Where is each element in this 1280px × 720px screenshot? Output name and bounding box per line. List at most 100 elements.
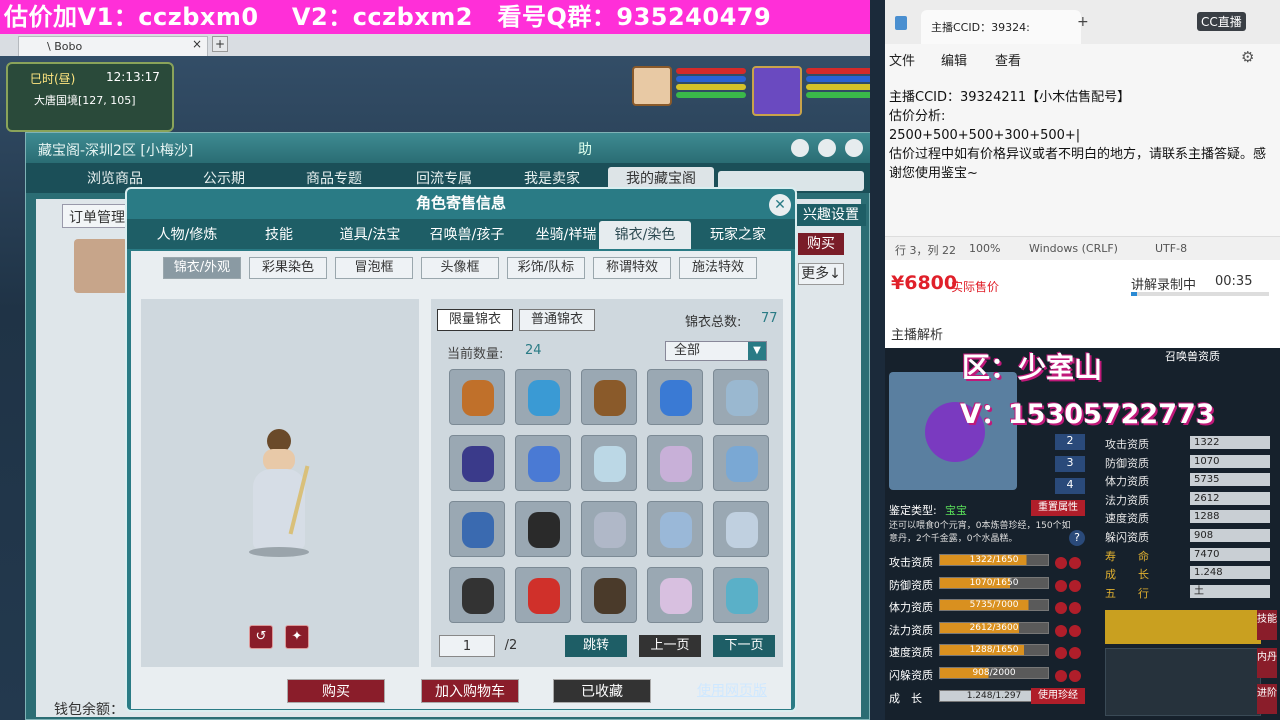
page-input[interactable]: 1 — [439, 635, 495, 657]
gear-icon[interactable]: ⚙ — [1241, 48, 1254, 66]
pet-avatar[interactable] — [752, 66, 802, 116]
pet-level-3[interactable]: 3 — [1055, 456, 1085, 472]
tab-outfits[interactable]: 锦衣/染色 — [599, 221, 691, 249]
tab-character[interactable]: 人物/修炼 — [137, 221, 237, 249]
filter-select[interactable]: 全部 ▼ — [665, 341, 767, 361]
settings-icon[interactable] — [818, 139, 836, 157]
side-buy-button[interactable]: 购买 — [798, 233, 844, 255]
notepad-tab[interactable]: 主播CCID：39324: — [921, 10, 1081, 44]
more-button[interactable]: 更多↓ — [798, 263, 844, 285]
adjust-buttons[interactable] — [1055, 622, 1083, 637]
outfit-item[interactable] — [581, 501, 637, 557]
stat-value: 1.248 — [1190, 566, 1270, 580]
outfit-item[interactable] — [515, 369, 571, 425]
outfit-item[interactable] — [449, 369, 505, 425]
side-tab-neidan[interactable]: 内丹 — [1257, 648, 1277, 678]
dialog-close-icon[interactable]: ✕ — [769, 194, 791, 216]
subtab-decor[interactable]: 彩饰/队标 — [507, 257, 585, 279]
tab-close-icon[interactable]: × — [192, 37, 202, 51]
price-panel: ¥6800 实际售价 讲解录制中 00:35 主播解析 — [885, 260, 1280, 348]
outfit-item[interactable] — [515, 567, 571, 623]
outfit-item[interactable] — [713, 501, 769, 557]
help-icon[interactable]: 助 — [578, 139, 592, 159]
adjust-buttons[interactable] — [1055, 644, 1083, 660]
new-tab-icon[interactable]: + — [1077, 14, 1089, 30]
normal-outfit-button[interactable]: 普通锦衣 — [519, 309, 595, 331]
adjust-buttons[interactable] — [1055, 599, 1083, 615]
outfit-item[interactable] — [647, 369, 703, 425]
outfit-item[interactable] — [449, 501, 505, 557]
browser-tab[interactable]: \ Bobo — [18, 36, 208, 56]
pet-level-4[interactable]: 4 — [1055, 478, 1085, 494]
limited-outfit-button[interactable]: 限量锦衣 — [437, 309, 513, 331]
outfit-item[interactable] — [515, 501, 571, 557]
outfit-item[interactable] — [581, 435, 637, 491]
side-tab-skill[interactable]: 技能 — [1257, 610, 1277, 640]
next-page-button[interactable]: 下一页 — [713, 635, 775, 657]
quality-bar: 1322/1650 — [939, 554, 1049, 566]
web-version-link[interactable]: 使用网页版 — [687, 679, 777, 703]
reset-attr-button[interactable]: 重置属性 — [1031, 500, 1085, 516]
use-book-button[interactable]: 使用珍经 — [1031, 688, 1085, 704]
outfit-item[interactable] — [647, 501, 703, 557]
outfit-item[interactable] — [581, 567, 637, 623]
outfit-item[interactable] — [449, 435, 505, 491]
stat-label: 法力资质 — [1105, 493, 1149, 507]
menu-file[interactable]: 文件 — [889, 50, 915, 69]
outfit-item[interactable] — [449, 567, 505, 623]
player-avatar[interactable] — [632, 66, 672, 106]
help-icon[interactable]: ? — [1069, 530, 1085, 546]
tab-pets[interactable]: 召唤兽/孩子 — [417, 221, 517, 249]
add-cart-button[interactable]: 加入购物车 — [421, 679, 519, 703]
dialog-title: 角色寄售信息 — [415, 194, 506, 212]
outfit-item[interactable] — [647, 435, 703, 491]
tab-mounts[interactable]: 坐骑/祥瑞 — [521, 221, 611, 249]
character-preview: ↺ ✦ — [141, 299, 419, 667]
outfit-item[interactable] — [515, 435, 571, 491]
interest-settings-button[interactable]: 兴趣设置 — [796, 204, 866, 226]
subtab-outfit[interactable]: 锦衣/外观 — [163, 257, 241, 279]
outfit-item[interactable] — [713, 369, 769, 425]
new-tab-button[interactable]: + — [212, 36, 228, 52]
subtab-cast-effect[interactable]: 施法特效 — [679, 257, 757, 279]
subtab-title-effect[interactable]: 称谓特效 — [593, 257, 671, 279]
prev-page-button[interactable]: 上一页 — [639, 635, 701, 657]
quality-bar: 1288/1650 — [939, 644, 1049, 657]
current-count-label: 当前数量: — [447, 347, 504, 362]
adjust-buttons[interactable] — [1055, 667, 1083, 682]
rotate-icon[interactable]: ↺ — [249, 625, 273, 649]
notepad-text-area[interactable]: 主播CCID：39324211【小木估售配号】 估价分析: 2500+500+5… — [889, 88, 1277, 183]
collected-button[interactable]: 已收藏 — [553, 679, 651, 703]
page-total: /2 — [504, 638, 518, 653]
note-line-1: 主播CCID：39324211【小木估售配号】 — [889, 90, 1131, 105]
subtab-bubble[interactable]: 冒泡框 — [335, 257, 413, 279]
close-icon[interactable] — [845, 139, 863, 157]
buy-button[interactable]: 购买 — [287, 679, 385, 703]
subtab-avatar-frame[interactable]: 头像框 — [421, 257, 499, 279]
outfit-item[interactable] — [713, 567, 769, 623]
menu-edit[interactable]: 编辑 — [941, 50, 967, 69]
pet-level-2[interactable]: 2 — [1055, 434, 1085, 450]
pose-icon[interactable]: ✦ — [285, 625, 309, 649]
stat-label: 躲闪资质 — [1105, 531, 1149, 544]
side-tab-advance[interactable]: 进阶 — [1257, 684, 1277, 714]
filter-value: 全部 — [674, 343, 701, 358]
jump-button[interactable]: 跳转 — [565, 635, 627, 657]
minimap-panel[interactable]: 巳时(昼) 12:13:17 大唐国境[127, 105] — [6, 62, 174, 132]
outfit-item[interactable] — [713, 435, 769, 491]
adjust-buttons[interactable] — [1055, 577, 1083, 592]
tab-items[interactable]: 道具/法宝 — [327, 221, 413, 249]
notepad-tab-title: 主播CCID：39324: — [931, 21, 1030, 34]
pet-type-value: 宝宝 — [945, 504, 967, 517]
adjust-buttons[interactable] — [1055, 554, 1083, 569]
outfit-grid-panel: 限量锦衣 普通锦衣 锦衣总数: 77 当前数量: 24 全部 ▼ 1 /2 跳转… — [431, 299, 783, 667]
tab-skills[interactable]: 技能 — [241, 221, 317, 249]
tab-home[interactable]: 玩家之家 — [695, 221, 781, 249]
minimize-icon[interactable] — [791, 139, 809, 157]
status-position: 行 3，列 22 — [895, 244, 956, 257]
outfit-item[interactable] — [581, 369, 637, 425]
outfit-item[interactable] — [647, 567, 703, 623]
menu-view[interactable]: 查看 — [995, 50, 1021, 69]
subtab-dye[interactable]: 彩果染色 — [249, 257, 327, 279]
notepad-tabbar: 主播CCID：39324: + CC直播 — [885, 0, 1280, 44]
